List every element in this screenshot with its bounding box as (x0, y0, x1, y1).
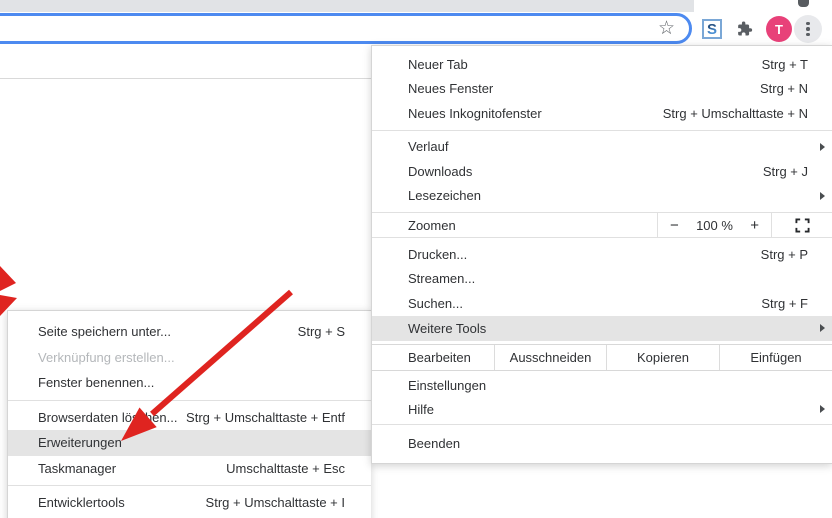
submenu-arrow-icon (820, 405, 825, 413)
menu-item-label: Browserdaten löschen... (38, 410, 186, 425)
copy-button[interactable]: Kopieren (606, 345, 719, 370)
menu-item-shortcut: Strg + Umschalttaste + N (663, 106, 808, 121)
menu-item-label: Entwicklertools (38, 495, 206, 510)
menu-item-weitere-tools[interactable]: Weitere Tools (372, 316, 832, 342)
menu-item-lesezeichen[interactable]: Lesezeichen (372, 184, 832, 209)
submenu-item-taskmanager[interactable]: Taskmanager Umschalttaste + Esc (8, 456, 371, 482)
menu-item-label: Lesezeichen (408, 188, 808, 203)
chrome-main-menu: Neuer Tab Strg + T Neues Fenster Strg + … (371, 45, 832, 464)
address-bar[interactable]: ☆ (0, 13, 692, 44)
menu-item-neuer-tab[interactable]: Neuer Tab Strg + T (372, 52, 832, 77)
extension-s-button[interactable]: S (698, 15, 726, 43)
submenu-item-entwicklertools[interactable]: Entwicklertools Strg + Umschalttaste + I (8, 490, 371, 516)
paste-button[interactable]: Einfügen (719, 345, 832, 370)
extension-s-icon: S (702, 19, 722, 39)
menu-item-label: Seite speichern unter... (38, 324, 298, 339)
menu-item-downloads[interactable]: Downloads Strg + J (372, 159, 832, 184)
zoom-label: Zoomen (372, 213, 657, 237)
submenu-item-fenster-benennen[interactable]: Fenster benennen... (8, 370, 371, 396)
menu-item-label: Neues Fenster (408, 81, 760, 96)
extensions-button[interactable] (730, 15, 758, 43)
menu-item-label: Beenden (408, 436, 808, 451)
zoom-level: 100 % (696, 218, 733, 233)
menu-item-label: Taskmanager (38, 461, 226, 476)
menu-item-neues-fenster[interactable]: Neues Fenster Strg + N (372, 77, 832, 102)
zoom-out-button[interactable]: − (670, 217, 679, 234)
menu-item-einstellungen[interactable]: Einstellungen (372, 373, 832, 397)
submenu-item-browserdaten-loeschen[interactable]: Browserdaten löschen... Strg + Umschaltt… (8, 405, 371, 431)
menu-item-label: Weitere Tools (408, 321, 808, 336)
fullscreen-button[interactable] (771, 213, 832, 237)
menu-item-label: Neues Inkognitofenster (408, 106, 663, 121)
menu-item-label: Suchen... (408, 296, 761, 311)
menu-item-shortcut: Strg + N (760, 81, 808, 96)
cut-button[interactable]: Ausschneiden (494, 345, 606, 370)
menu-item-label: Hilfe (408, 402, 808, 417)
submenu-item-verknuepfung-erstellen: Verknüpfung erstellen... (8, 345, 371, 371)
menu-item-suchen[interactable]: Suchen... Strg + F (372, 291, 832, 316)
menu-item-shortcut: Strg + T (762, 57, 808, 72)
submenu-arrow-icon (820, 143, 825, 151)
fullscreen-icon (795, 218, 810, 233)
menu-item-shortcut: Strg + Umschalttaste + I (206, 495, 345, 510)
avatar: T (766, 16, 792, 42)
menu-item-label: Downloads (408, 164, 763, 179)
menu-item-shortcut: Strg + Umschalttaste + Entf (186, 410, 345, 425)
menu-item-label: Fenster benennen... (38, 375, 345, 390)
menu-item-drucken[interactable]: Drucken... Strg + P (372, 242, 832, 267)
menu-item-label: Drucken... (408, 247, 761, 262)
menu-item-shortcut: Strg + J (763, 164, 808, 179)
tab-strip (0, 0, 694, 12)
menu-item-label: Streamen... (408, 271, 808, 286)
menu-item-shortcut: Strg + S (298, 324, 345, 339)
menu-separator (8, 485, 371, 486)
submenu-arrow-icon (820, 192, 825, 200)
edit-label: Bearbeiten (372, 345, 494, 370)
menu-separator (8, 400, 371, 401)
menu-item-shortcut: Umschalttaste + Esc (226, 461, 345, 476)
menu-item-label: Verknüpfung erstellen... (38, 350, 345, 365)
zoom-row: Zoomen − 100 % + (372, 212, 832, 238)
menu-item-shortcut: Strg + F (761, 296, 808, 311)
submenu-arrow-icon (820, 324, 825, 332)
menu-item-inkognitofenster[interactable]: Neues Inkognitofenster Strg + Umschaltta… (372, 101, 832, 126)
page-top-divider (0, 78, 371, 79)
menu-separator (372, 424, 832, 425)
kebab-menu-icon (806, 22, 810, 37)
edit-row: Bearbeiten Ausschneiden Kopieren Einfüge… (372, 344, 832, 371)
weitere-tools-submenu: Seite speichern unter... Strg + S Verknü… (7, 310, 371, 518)
bookmark-star-icon[interactable]: ☆ (658, 19, 675, 38)
menu-item-verlauf[interactable]: Verlauf (372, 135, 832, 160)
menu-item-label: Neuer Tab (408, 57, 762, 72)
menu-item-label: Erweiterungen (38, 435, 345, 450)
menu-item-label: Verlauf (408, 139, 808, 154)
menu-item-label: Einstellungen (408, 378, 808, 393)
menu-item-hilfe[interactable]: Hilfe (372, 397, 832, 421)
profile-button[interactable]: T (765, 15, 793, 43)
menu-item-shortcut: Strg + P (761, 247, 808, 262)
zoom-controls: − 100 % + (657, 213, 771, 237)
more-menu-button[interactable] (794, 15, 822, 43)
menu-item-streamen[interactable]: Streamen... (372, 267, 832, 292)
zoom-in-button[interactable]: + (750, 217, 759, 234)
window-control-fragment (798, 0, 809, 7)
submenu-item-seite-speichern[interactable]: Seite speichern unter... Strg + S (8, 319, 371, 345)
submenu-item-erweiterungen[interactable]: Erweiterungen (8, 430, 371, 456)
menu-item-beenden[interactable]: Beenden (372, 431, 832, 456)
red-edge-glyph (0, 266, 17, 316)
menu-separator (372, 130, 832, 131)
puzzle-icon (735, 20, 753, 38)
